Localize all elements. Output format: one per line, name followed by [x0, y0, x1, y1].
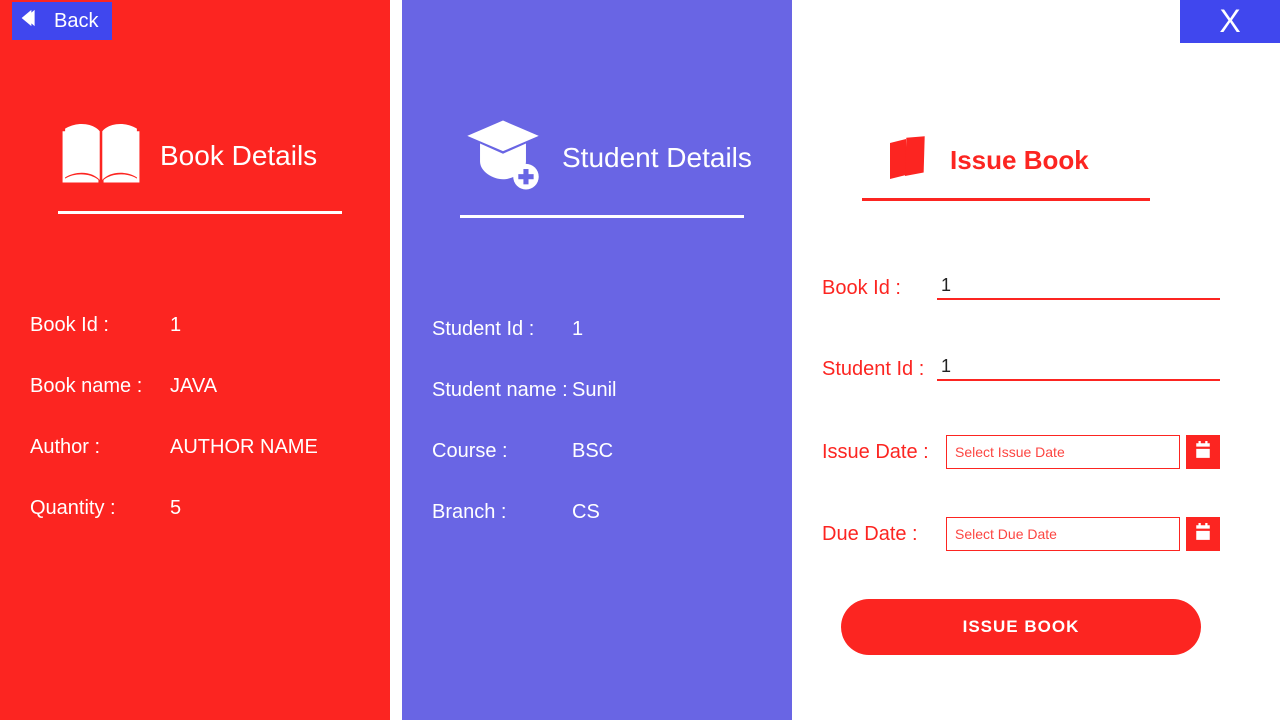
book-details-panel: Book Details Book Id : 1 Book name : JAV… — [0, 0, 390, 720]
due-date-input[interactable] — [946, 517, 1180, 551]
student-details-panel: Student Details Student Id : 1 Student n… — [402, 0, 792, 720]
issue-date-label: Issue Date : — [822, 441, 946, 464]
back-arrow-icon — [20, 8, 46, 34]
books-icon — [884, 135, 932, 186]
divider — [58, 211, 342, 214]
student-details-title: Student Details — [562, 142, 752, 174]
student-id-value: 1 — [572, 318, 583, 341]
divider — [862, 198, 1150, 201]
student-course-label: Course : — [432, 440, 572, 463]
book-qty-label: Quantity : — [30, 497, 170, 520]
close-button[interactable]: X — [1180, 0, 1280, 43]
book-author-label: Author : — [30, 436, 170, 459]
book-name-value: JAVA — [170, 375, 217, 398]
issue-book-button[interactable]: ISSUE BOOK — [841, 599, 1201, 655]
book-id-label: Book Id : — [30, 314, 170, 337]
student-id-label: Student Id : — [432, 318, 572, 341]
issue-book-panel: Issue Book Book Id : Student Id : Issue … — [792, 0, 1280, 720]
student-name-label: Student name : — [432, 379, 572, 402]
student-course-value: BSC — [572, 440, 613, 463]
due-date-picker-button[interactable] — [1186, 517, 1220, 551]
student-branch-value: CS — [572, 501, 600, 524]
student-add-icon — [462, 118, 544, 197]
back-button[interactable]: Back — [12, 2, 112, 40]
calendar-icon — [1194, 441, 1212, 464]
issue-date-picker-button[interactable] — [1186, 435, 1220, 469]
book-qty-value: 5 — [170, 497, 181, 520]
book-name-label: Book name : — [30, 375, 170, 398]
calendar-icon — [1194, 523, 1212, 546]
issue-book-title: Issue Book — [950, 145, 1089, 176]
back-label: Back — [54, 10, 98, 33]
book-id-value: 1 — [170, 314, 181, 337]
student-branch-label: Branch : — [432, 501, 572, 524]
due-date-label: Due Date : — [822, 523, 946, 546]
book-author-value: AUTHOR NAME — [170, 436, 318, 459]
close-icon: X — [1219, 3, 1240, 40]
book-details-title: Book Details — [160, 140, 317, 172]
divider — [460, 215, 744, 218]
issue-bookid-label: Book Id : — [822, 277, 937, 300]
issue-studentid-input[interactable] — [937, 354, 1220, 381]
open-book-icon — [60, 118, 142, 193]
student-name-value: Sunil — [572, 379, 616, 402]
issue-date-input[interactable] — [946, 435, 1180, 469]
issue-bookid-input[interactable] — [937, 273, 1220, 300]
issue-studentid-label: Student Id : — [822, 358, 937, 381]
